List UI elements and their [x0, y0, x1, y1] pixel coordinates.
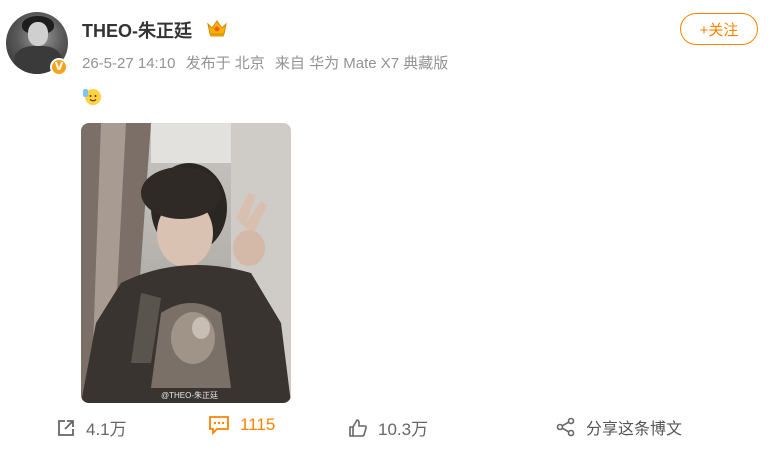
repost-count: 4.1万	[86, 420, 127, 439]
follow-button[interactable]: +关注	[680, 13, 758, 45]
verified-v-icon: V	[50, 58, 68, 76]
share-icon	[556, 417, 575, 437]
avatar-face	[28, 22, 48, 46]
crown-icon	[207, 20, 227, 37]
post-source: 来自 华为 Mate X7 典藏版	[274, 55, 449, 72]
thumbs-up-icon	[349, 418, 367, 437]
comment-icon	[209, 416, 229, 435]
username[interactable]: THEO-朱正廷	[82, 17, 192, 43]
post-image[interactable]: @THEO-朱正廷	[81, 123, 291, 403]
action-bar: 4.1万 1115 10.3万 分享这条博文	[0, 415, 775, 445]
post-meta: 26-5-27 14:10 发布于 北京 来自 华为 Mate X7 典藏版	[82, 52, 454, 73]
waving-emoji-icon	[83, 89, 101, 105]
image-watermark: @THEO-朱正廷	[161, 391, 219, 400]
share-button[interactable]: 分享这条博文	[556, 415, 682, 439]
like-button[interactable]: 10.3万	[348, 415, 428, 440]
comment-button[interactable]: 1115	[208, 415, 275, 435]
repost-icon	[58, 419, 74, 436]
share-label: 分享这条博文	[586, 421, 683, 438]
like-count: 10.3万	[378, 420, 429, 439]
post-time[interactable]: 26-5-27 14:10	[82, 55, 175, 72]
repost-button[interactable]: 4.1万	[56, 415, 127, 440]
post-location: 发布于 北京	[185, 55, 265, 72]
post-image-art	[81, 123, 291, 403]
comment-count: 1115	[240, 415, 276, 434]
